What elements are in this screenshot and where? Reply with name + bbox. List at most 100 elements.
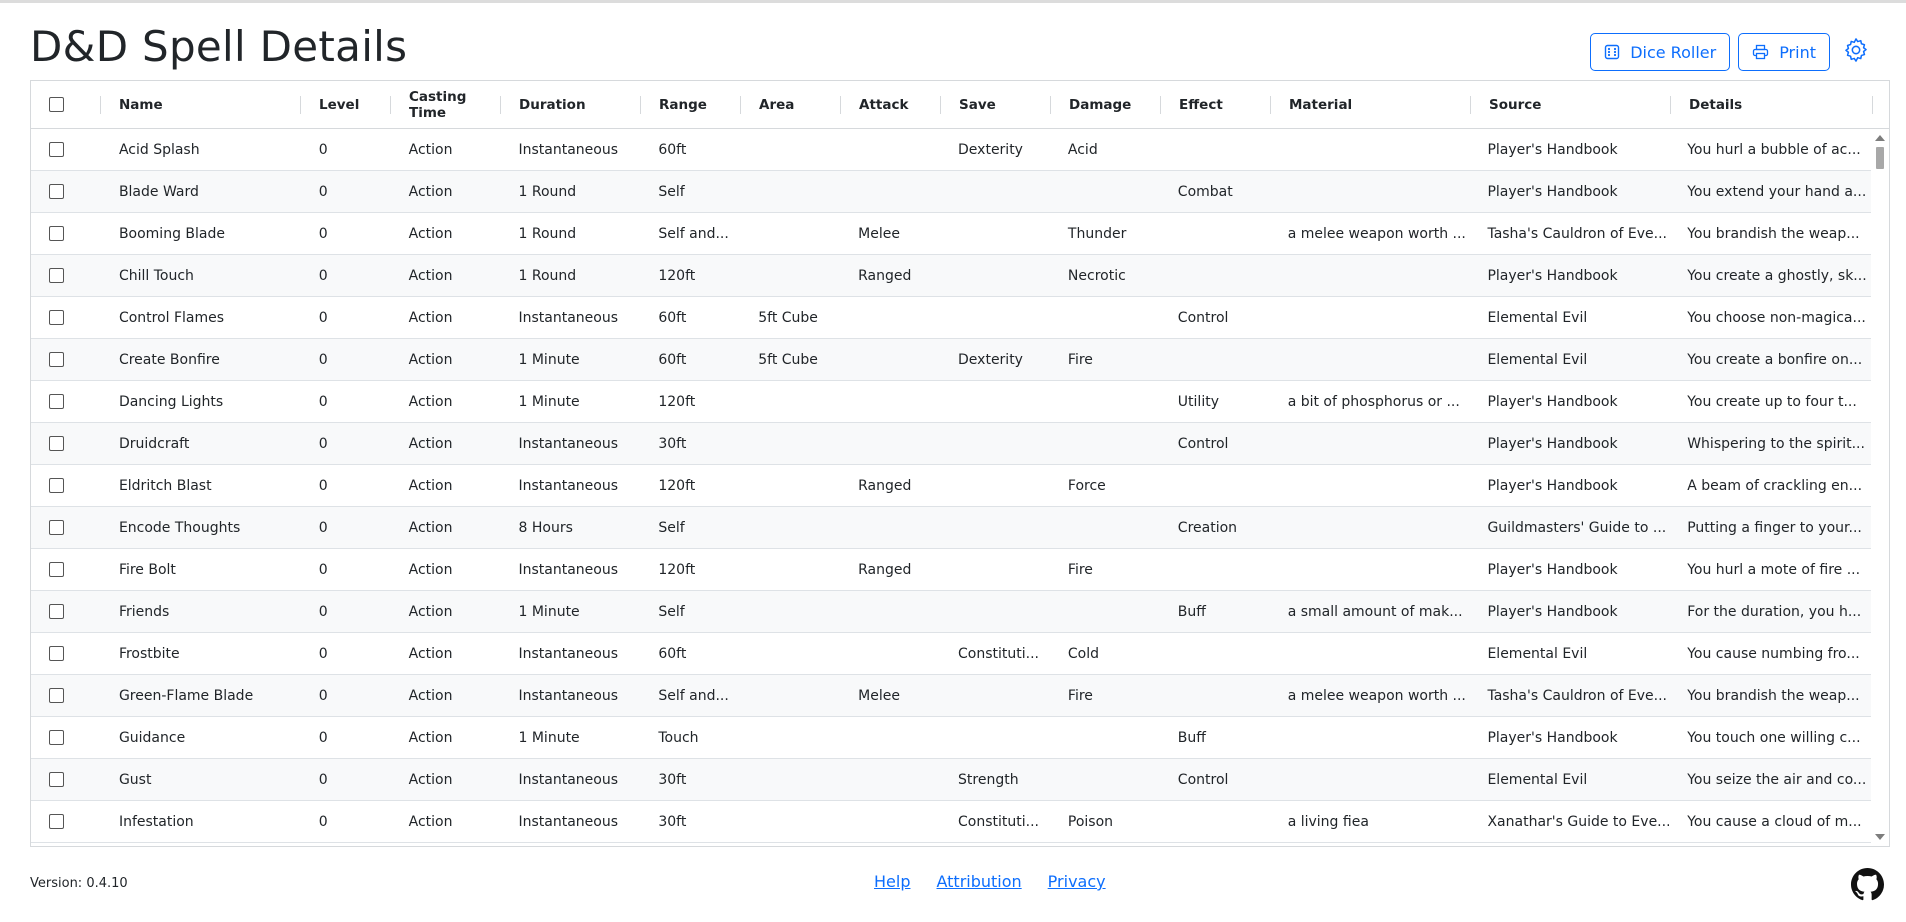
cell-effect [1160, 675, 1270, 716]
table-row[interactable]: Green-Flame Blade 0 Action Instantaneous Sel… [31, 675, 1871, 717]
cell-casting-time: Action [408, 225, 453, 242]
column-header-range[interactable]: Range [641, 81, 741, 128]
column-header-name[interactable]: Name [101, 81, 301, 128]
table-row[interactable]: Create Bonfire 0 Action 1 Minute 60ft 5ft Cub… [31, 339, 1871, 381]
row-checkbox[interactable] [49, 226, 64, 241]
cell-duration: Instantaneous [518, 435, 619, 452]
table-row[interactable]: Control Flames 0 Action Instantaneous 60ft 5f… [31, 297, 1871, 339]
column-header-area[interactable]: Area [741, 81, 841, 128]
cell-source: Player's Handbook [1487, 393, 1618, 410]
cell-attack [840, 717, 940, 758]
print-button[interactable]: Print [1738, 33, 1830, 71]
column-header-effect[interactable]: Effect [1161, 81, 1271, 128]
cell-damage [1050, 717, 1160, 758]
table-row[interactable]: Infestation 0 Action Instantaneous 30ft Const… [31, 801, 1871, 843]
table-row[interactable]: Friends 0 Action 1 Minute Self Buff a small am… [31, 591, 1871, 633]
row-checkbox[interactable] [49, 562, 64, 577]
cell-casting-time: Action [408, 645, 453, 662]
dice-roller-label: Dice Roller [1630, 42, 1717, 62]
table-row[interactable]: Chill Touch 0 Action 1 Round 120ft Ranged Necr… [31, 255, 1871, 297]
row-select-cell [31, 423, 101, 464]
column-header-details[interactable]: Details [1671, 81, 1873, 128]
cell-range: 30ft [658, 435, 687, 452]
vertical-scrollbar[interactable] [1871, 129, 1889, 846]
row-checkbox[interactable] [49, 520, 64, 535]
row-checkbox[interactable] [49, 478, 64, 493]
cell-attack [840, 423, 940, 464]
gear-icon [1843, 37, 1869, 67]
cell-attack: Melee [858, 687, 900, 704]
cell-source: Player's Handbook [1487, 183, 1618, 200]
cell-details: You choose non-magica... [1687, 309, 1866, 326]
column-header-material[interactable]: Material [1271, 81, 1471, 128]
help-link[interactable]: Help [874, 872, 910, 891]
table-row[interactable]: Gust 0 Action Instantaneous 30ft Strength Cont… [31, 759, 1871, 801]
settings-button[interactable] [1838, 33, 1874, 71]
row-checkbox[interactable] [49, 268, 64, 283]
row-checkbox[interactable] [49, 142, 64, 157]
table-row[interactable]: Booming Blade 0 Action 1 Round Self and... Me… [31, 213, 1871, 255]
cell-attack [840, 339, 940, 380]
cell-range: 60ft [658, 309, 687, 326]
cell-attack [840, 129, 940, 170]
cell-effect: Buff [1177, 603, 1206, 620]
scroll-down-arrow-icon[interactable] [1875, 834, 1885, 840]
scrollbar-thumb[interactable] [1876, 147, 1884, 169]
table-row[interactable]: Frostbite 0 Action Instantaneous 60ft Constit… [31, 633, 1871, 675]
cell-save [940, 549, 1050, 590]
row-checkbox[interactable] [49, 814, 64, 829]
cell-effect: Control [1177, 771, 1229, 788]
cell-save [940, 381, 1050, 422]
cell-save [940, 297, 1050, 338]
cell-damage: Fire [1067, 561, 1093, 578]
table-body: Acid Splash 0 Action Instantaneous 60ft Dexte… [31, 129, 1871, 846]
cell-attack: Melee [858, 225, 900, 242]
row-checkbox[interactable] [49, 436, 64, 451]
privacy-link[interactable]: Privacy [1048, 872, 1106, 891]
github-icon[interactable] [1851, 868, 1884, 901]
column-header-casting-time[interactable]: Casting Time [391, 81, 501, 128]
cell-casting-time: Action [408, 813, 453, 830]
dice-roller-button[interactable]: Dice Roller [1590, 33, 1731, 71]
cell-level: 0 [318, 435, 328, 452]
cell-name: Eldritch Blast [118, 477, 212, 494]
cell-damage: Acid [1067, 141, 1098, 158]
cell-details: You hurl a bubble of ac... [1687, 141, 1861, 158]
cell-range: 30ft [658, 771, 687, 788]
row-checkbox[interactable] [49, 688, 64, 703]
cell-attack [840, 507, 940, 548]
cell-save [940, 171, 1050, 212]
table-row[interactable]: Acid Splash 0 Action Instantaneous 60ft Dexte… [31, 129, 1871, 171]
cell-casting-time: Action [408, 519, 453, 536]
cell-level: 0 [318, 519, 328, 536]
row-checkbox[interactable] [49, 772, 64, 787]
cell-material [1270, 255, 1470, 296]
table-row[interactable]: Dancing Lights 0 Action 1 Minute 120ft Utilit… [31, 381, 1871, 423]
cell-damage: Cold [1067, 645, 1100, 662]
row-select-cell [31, 549, 101, 590]
attribution-link[interactable]: Attribution [936, 872, 1021, 891]
row-checkbox[interactable] [49, 184, 64, 199]
column-header-duration[interactable]: Duration [501, 81, 641, 128]
row-checkbox[interactable] [49, 604, 64, 619]
select-all-checkbox[interactable] [49, 97, 64, 112]
row-checkbox[interactable] [49, 646, 64, 661]
cell-range: 60ft [658, 351, 687, 368]
row-checkbox[interactable] [49, 394, 64, 409]
table-row[interactable]: Guidance 0 Action 1 Minute Touch Buff Player's… [31, 717, 1871, 759]
column-header-damage[interactable]: Damage [1051, 81, 1161, 128]
cell-range: Touch [658, 729, 699, 746]
column-header-attack[interactable]: Attack [841, 81, 941, 128]
row-checkbox[interactable] [49, 730, 64, 745]
row-checkbox[interactable] [49, 310, 64, 325]
column-header-save[interactable]: Save [941, 81, 1051, 128]
table-row[interactable]: Druidcraft 0 Action Instantaneous 30ft Contro… [31, 423, 1871, 465]
table-row[interactable]: Blade Ward 0 Action 1 Round Self Combat Player… [31, 171, 1871, 213]
scroll-up-arrow-icon[interactable] [1875, 135, 1885, 141]
table-row[interactable]: Eldritch Blast 0 Action Instantaneous 120ft R… [31, 465, 1871, 507]
table-row[interactable]: Fire Bolt 0 Action Instantaneous 120ft Ranged… [31, 549, 1871, 591]
row-checkbox[interactable] [49, 352, 64, 367]
column-header-source[interactable]: Source [1471, 81, 1671, 128]
column-header-level[interactable]: Level [301, 81, 391, 128]
table-row[interactable]: Encode Thoughts 0 Action 8 Hours Self Creatio… [31, 507, 1871, 549]
